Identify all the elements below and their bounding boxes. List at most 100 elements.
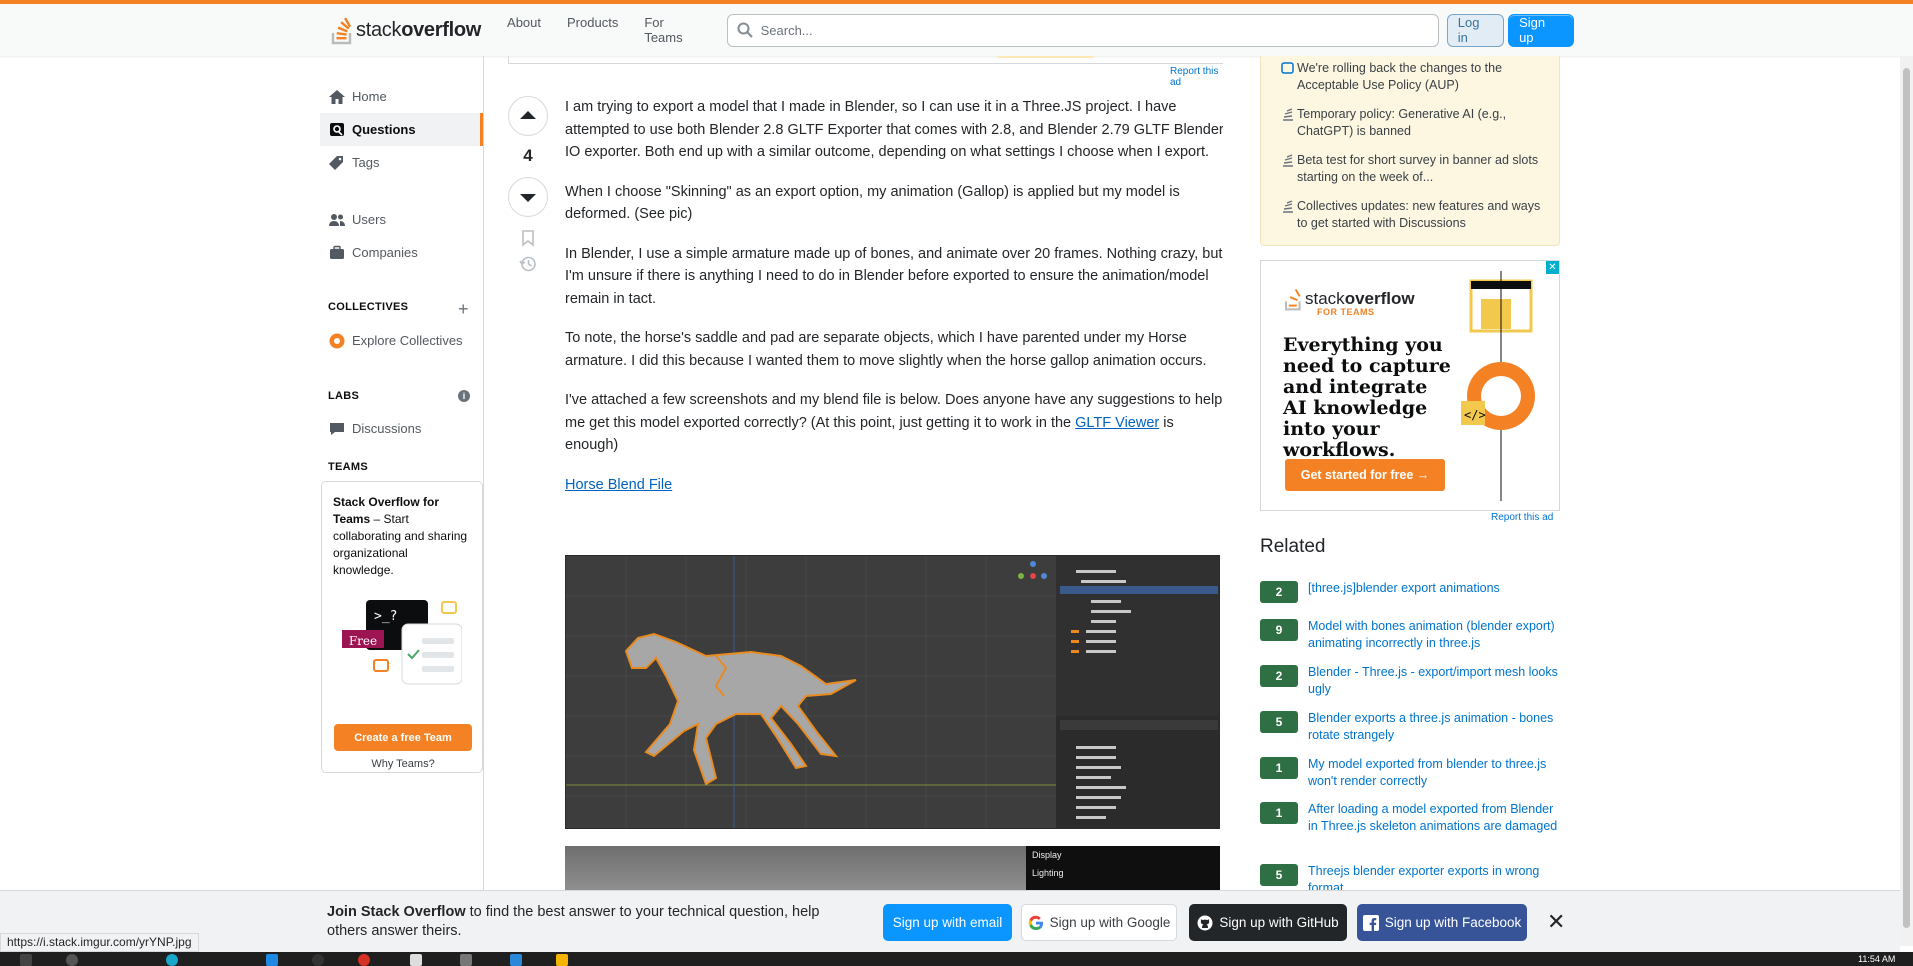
- related-question-link[interactable]: My model exported from blender to three.…: [1308, 756, 1560, 790]
- sidebar-item-home[interactable]: Home: [320, 80, 483, 113]
- related-question-link[interactable]: [three.js]blender export animations: [1308, 580, 1500, 603]
- ad-get-started-button[interactable]: Get started for free →: [1285, 459, 1445, 491]
- taskbar-icon[interactable]: [410, 954, 422, 966]
- related-vote-badge: 9: [1260, 619, 1298, 641]
- vote-cell: 4: [508, 96, 550, 273]
- related-question[interactable]: 9 Model with bones animation (blender exp…: [1260, 618, 1560, 652]
- stackoverflow-logo-icon: [1285, 288, 1301, 311]
- taskbar-icon[interactable]: [266, 954, 278, 966]
- sidebar-item-explore-collectives[interactable]: Explore Collectives: [320, 324, 483, 357]
- signup-email-button[interactable]: Sign up with email: [883, 904, 1012, 941]
- related-question[interactable]: 1 My model exported from blender to three…: [1260, 756, 1560, 790]
- svg-text:>_?: >_?: [374, 609, 397, 624]
- chat-square-icon: [1281, 62, 1294, 74]
- taskbar-icon[interactable]: [166, 954, 178, 966]
- page-scrollbar[interactable]: [1900, 56, 1913, 946]
- related-question[interactable]: 5 Blender exports a three.js animation - …: [1260, 710, 1560, 744]
- related-vote-badge: 1: [1260, 802, 1298, 824]
- teams-ad[interactable]: ✕ stackoverflow FOR TEAMS Everything you…: [1260, 260, 1560, 511]
- info-icon[interactable]: i: [458, 390, 470, 402]
- ad-headline: Everything you need to capture and integ…: [1283, 334, 1451, 461]
- banner-close-icon[interactable]: ✕: [1547, 909, 1565, 935]
- blog-item-text: Beta test for short survey in banner ad …: [1297, 153, 1539, 184]
- question-paragraph: I am trying to export a model that I mad…: [565, 99, 1223, 160]
- bookmark-button[interactable]: [508, 229, 548, 247]
- ad-logo-stack: stack: [1305, 289, 1345, 308]
- google-icon: [1028, 915, 1043, 930]
- blog-item[interactable]: Collectives updates: new features and wa…: [1279, 198, 1549, 232]
- nav-products[interactable]: Products: [555, 9, 630, 51]
- blender-screenshot-1[interactable]: [565, 555, 1220, 829]
- history-button[interactable]: [508, 255, 548, 273]
- home-icon: [329, 89, 345, 104]
- sidebar-tags-label: Tags: [352, 155, 380, 170]
- related-question[interactable]: 2 Blender - Three.js - export/import mesh…: [1260, 664, 1560, 698]
- github-icon: [1197, 915, 1213, 930]
- meta-stack-icon: [1283, 154, 1293, 167]
- downvote-button[interactable]: [508, 177, 548, 217]
- stackoverflow-logo[interactable]: stackoverflow: [322, 4, 489, 56]
- sidebar-item-companies[interactable]: Companies: [320, 236, 483, 269]
- taskbar-icon[interactable]: [20, 954, 32, 966]
- sidebar-users-label: Users: [352, 212, 386, 227]
- status-url-tooltip: https://i.stack.imgur.com/yrYNP.jpg: [0, 933, 199, 952]
- taskbar-icon[interactable]: [66, 954, 78, 966]
- sidebar-item-questions[interactable]: Questions: [320, 113, 483, 146]
- login-button[interactable]: Log in: [1446, 13, 1505, 47]
- nav-for-teams[interactable]: For Teams: [632, 9, 716, 51]
- taskbar-icon[interactable]: [460, 954, 472, 966]
- related-question-link[interactable]: After loading a model exported from Blen…: [1308, 801, 1560, 835]
- os-taskbar: 11:54 AM: [0, 952, 1913, 966]
- sidebar-item-discussions[interactable]: Discussions: [320, 412, 483, 445]
- blog-item[interactable]: Temporary policy: Generative AI (e.g., C…: [1279, 106, 1549, 140]
- blog-item-text: We're rolling back the changes to the Ac…: [1297, 61, 1503, 92]
- top-ad-frame: [508, 56, 1223, 64]
- question-paragraph: Horse Blend File: [565, 474, 1223, 497]
- related-heading: Related: [1260, 536, 1326, 557]
- blog-item[interactable]: We're rolling back the changes to the Ac…: [1279, 60, 1549, 94]
- properties-panel: Display Lighting: [1026, 846, 1220, 890]
- related-question-link[interactable]: Model with bones animation (blender expo…: [1308, 618, 1560, 652]
- blender-screenshot-2[interactable]: Display Lighting: [565, 846, 1220, 890]
- why-teams-link[interactable]: Why Teams?: [322, 758, 484, 770]
- horse-blend-file-link[interactable]: Horse Blend File: [565, 477, 672, 493]
- sidebar-home-label: Home: [352, 89, 387, 104]
- add-collective-icon[interactable]: +: [458, 299, 469, 320]
- taskbar-icon[interactable]: [510, 954, 522, 966]
- related-question[interactable]: 2 [three.js]blender export animations: [1260, 580, 1560, 603]
- related-question-link[interactable]: Blender exports a three.js animation - b…: [1308, 710, 1560, 744]
- signup-github-button[interactable]: Sign up with GitHub: [1189, 904, 1347, 941]
- report-ad-link-top[interactable]: Report this ad: [1170, 66, 1223, 88]
- signup-google-button[interactable]: Sign up with Google: [1021, 904, 1177, 941]
- taskbar-clock: 11:54 AM: [1858, 954, 1896, 964]
- search-placeholder: Search...: [760, 22, 813, 38]
- signup-facebook-label: Sign up with Facebook: [1384, 915, 1522, 930]
- gltf-viewer-link[interactable]: GLTF Viewer: [1075, 415, 1159, 431]
- related-vote-badge: 5: [1260, 711, 1298, 733]
- ad-subtitle: FOR TEAMS: [1317, 307, 1375, 317]
- ad-logo-overflow: overflow: [1344, 289, 1415, 308]
- taskbar-icon[interactable]: [556, 954, 568, 966]
- related-question-link[interactable]: Blender - Three.js - export/import mesh …: [1308, 664, 1560, 698]
- sidebar-item-tags[interactable]: Tags: [320, 146, 483, 179]
- related-question[interactable]: 1 After loading a model exported from Ble…: [1260, 801, 1560, 835]
- taskbar-icon[interactable]: [358, 954, 370, 966]
- blog-item[interactable]: Beta test for short survey in banner ad …: [1279, 152, 1549, 186]
- signup-facebook-button[interactable]: Sign up with Facebook: [1357, 904, 1527, 941]
- signup-google-label: Sign up with Google: [1049, 915, 1171, 930]
- meta-stack-icon: [1283, 108, 1293, 121]
- bookmark-icon: [522, 230, 534, 247]
- question-paragraph: In Blender, I use a simple armature made…: [565, 245, 1223, 307]
- teams-heading: TEAMS: [328, 461, 368, 473]
- upvote-button[interactable]: [508, 96, 548, 136]
- report-ad-link-right[interactable]: Report this ad: [1491, 512, 1553, 523]
- scrollbar-thumb[interactable]: [1903, 68, 1910, 928]
- sidebar-item-users[interactable]: Users: [320, 203, 483, 236]
- blog-item-text: Temporary policy: Generative AI (e.g., C…: [1297, 107, 1507, 138]
- nav-about[interactable]: About: [495, 9, 553, 51]
- create-team-button[interactable]: Create a free Team: [334, 724, 472, 751]
- taskbar-icon[interactable]: [312, 954, 324, 966]
- search-input[interactable]: Search...: [726, 13, 1439, 47]
- search-icon: [737, 22, 753, 38]
- signup-button[interactable]: Sign up: [1508, 13, 1574, 47]
